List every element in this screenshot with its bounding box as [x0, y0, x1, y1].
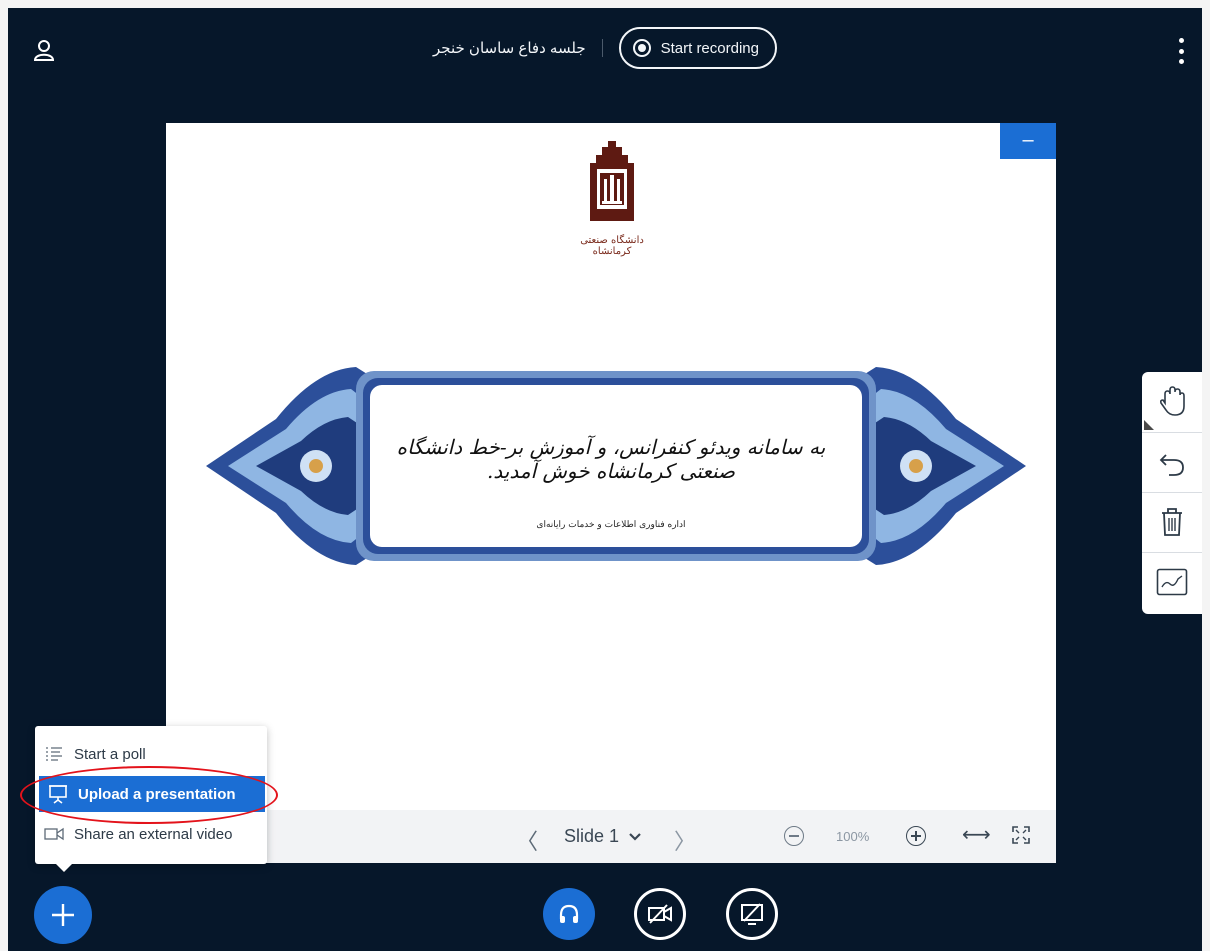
poll-icon: [44, 744, 64, 764]
more-dot-icon: [1178, 48, 1184, 54]
hand-icon: [1159, 386, 1185, 416]
conference-app: جلسه دفاع ساسان خنجر Start recording دان…: [8, 8, 1202, 951]
start-recording-label: Start recording: [660, 39, 759, 57]
plus-icon: [52, 904, 74, 926]
whiteboard-icon: [1156, 568, 1188, 596]
undo-icon: [1159, 454, 1184, 476]
department-text: اداره فناوری اطلاعات و خدمات رایانه‌ای: [536, 520, 686, 530]
university-logo: [590, 141, 634, 221]
options-menu-button[interactable]: [1174, 36, 1188, 66]
whiteboard-button[interactable]: [1142, 552, 1202, 611]
presentation-icon: [48, 784, 68, 804]
headphones-icon: [559, 904, 579, 923]
chevron-down-icon: [629, 832, 641, 841]
screen-share-button[interactable]: [726, 888, 778, 940]
audio-button[interactable]: [543, 888, 595, 940]
undo-button[interactable]: [1142, 432, 1202, 491]
hand-tool-button[interactable]: [1142, 372, 1202, 430]
share-external-video-label: Share an external video: [74, 825, 233, 843]
welcome-text: به سامانه ویدئو کنفرانس، و آموزش بر-خط د…: [396, 435, 826, 483]
more-dot-icon: [1178, 59, 1184, 64]
clear-annotations-button[interactable]: [1142, 492, 1202, 551]
start-poll-menu-item[interactable]: Start a poll: [35, 736, 267, 772]
slide-select-label: Slide 1: [564, 826, 620, 846]
webcam-button[interactable]: [634, 888, 686, 940]
menu-pointer: [55, 863, 73, 872]
actions-menu: Start a poll Upload a presentation Share…: [35, 726, 267, 864]
zoom-in-button[interactable]: [906, 826, 926, 846]
share-external-video-menu-item[interactable]: Share an external video: [35, 816, 267, 852]
screen-share-off-icon: [741, 903, 763, 925]
more-dot-icon: [1178, 38, 1184, 43]
annotation-toolbar: [1142, 372, 1202, 614]
start-recording-button[interactable]: Start recording: [618, 27, 777, 69]
fullscreen-icon[interactable]: [1012, 826, 1030, 844]
actions-plus-button[interactable]: [34, 886, 92, 944]
zoom-level: 100%: [836, 829, 870, 844]
video-icon: [44, 824, 64, 844]
trash-icon: [1162, 508, 1182, 536]
top-bar: جلسه دفاع ساسان خنجر Start recording: [8, 22, 1202, 74]
video-off-icon: [648, 904, 672, 924]
start-poll-label: Start a poll: [74, 745, 146, 763]
title-divider: [601, 39, 603, 57]
next-slide-button[interactable]: 〉: [674, 824, 696, 856]
presentation-slide: دانشگاه صنعتی کرمانشاه به سامانه ویدئو ک…: [166, 123, 1056, 863]
presentation-toolbar: 〈 Slide 1 〉 100% ⟷: [166, 810, 1056, 863]
minimize-presentation-button[interactable]: –: [1000, 123, 1056, 159]
zoom-out-button[interactable]: [784, 826, 804, 846]
previous-slide-button[interactable]: 〈: [516, 824, 538, 856]
tool-submenu-indicator: [1144, 420, 1154, 430]
upload-presentation-label: Upload a presentation: [78, 785, 236, 803]
meeting-title: جلسه دفاع ساسان خنجر: [433, 40, 586, 57]
slide-select[interactable]: Slide 1: [564, 826, 641, 847]
fit-to-width-button[interactable]: ⟷: [962, 822, 991, 847]
record-icon: [632, 39, 651, 57]
logo-caption: دانشگاه صنعتی کرمانشاه: [580, 235, 644, 257]
upload-presentation-menu-item[interactable]: Upload a presentation: [39, 776, 265, 812]
